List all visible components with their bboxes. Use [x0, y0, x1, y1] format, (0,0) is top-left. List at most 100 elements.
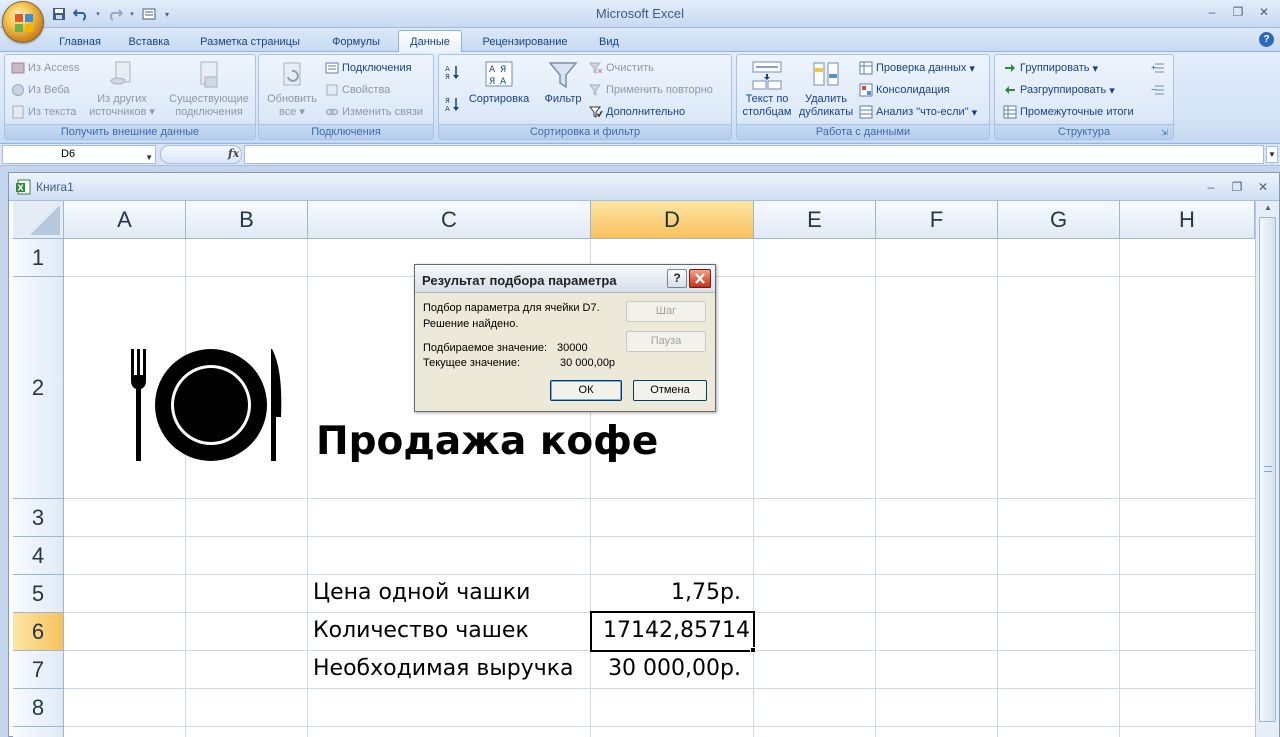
existing-connections-button[interactable]: Существующие подключения: [165, 59, 253, 119]
row-header-5[interactable]: 5: [13, 575, 64, 613]
edit-links-button[interactable]: Изменить связи: [325, 105, 423, 119]
cell-c7[interactable]: Необходимая выручка: [313, 656, 574, 681]
tab-review[interactable]: Рецензирование: [470, 31, 580, 52]
clear-filter-button[interactable]: Очистить: [589, 61, 654, 75]
vertical-scrollbar[interactable]: ▲: [1255, 201, 1279, 737]
sort-dialog-icon: А ЯЯ А: [485, 61, 513, 87]
minimize-button[interactable]: –: [1204, 4, 1220, 20]
what-if-icon: [859, 105, 873, 119]
row-header-9[interactable]: [13, 727, 64, 737]
dialog-help-button[interactable]: ?: [667, 269, 687, 288]
office-button[interactable]: [2, 1, 44, 43]
group-button[interactable]: Группировать ▾: [1003, 61, 1098, 75]
consolidate-button[interactable]: Консолидация: [859, 83, 950, 97]
tab-insert[interactable]: Вставка: [118, 31, 180, 52]
sort-az-button[interactable]: АЯ: [445, 63, 459, 81]
tab-view[interactable]: Вид: [590, 31, 628, 52]
cancel-button[interactable]: Отмена: [633, 380, 707, 401]
fill-handle[interactable]: [750, 647, 756, 653]
cell-c5[interactable]: Цена одной чашки: [313, 580, 530, 605]
text-to-columns-button[interactable]: Текст по столбцам: [739, 59, 795, 119]
ribbon: Из Access Из Веба Из текста Из других ис…: [0, 52, 1280, 144]
scroll-thumb[interactable]: [1259, 217, 1276, 722]
cell-d5[interactable]: 1,75р.: [671, 580, 741, 605]
row-header-2[interactable]: 2: [13, 277, 64, 499]
from-text-button[interactable]: Из текста: [11, 105, 77, 119]
wb-restore-button[interactable]: ❐: [1229, 179, 1245, 195]
workbook-window: X Книга1 – ❐ ✕ A B C D E F G H 1 2 3 4 5…: [8, 172, 1280, 737]
connections-button[interactable]: Подключения: [325, 61, 412, 75]
close-button[interactable]: ✕: [1256, 4, 1272, 20]
help-icon[interactable]: ?: [1259, 32, 1274, 47]
group-external-data: Из Access Из Веба Из текста Из других ис…: [4, 54, 256, 140]
wb-minimize-button[interactable]: –: [1203, 179, 1219, 195]
refresh-all-button[interactable]: Обновить все ▾: [261, 59, 323, 119]
sort-za-button[interactable]: ЯА: [445, 95, 459, 113]
row-header-6[interactable]: 6: [13, 613, 64, 651]
column-header-h[interactable]: H: [1120, 201, 1255, 239]
formula-input[interactable]: [244, 145, 1264, 164]
from-access-button[interactable]: Из Access: [11, 61, 79, 75]
fork-plate-knife-icon[interactable]: [123, 347, 283, 463]
hide-detail-button[interactable]: −: [1151, 83, 1165, 97]
step-button[interactable]: Шаг: [626, 301, 706, 322]
reapply-filter-button[interactable]: Применить повторно: [589, 83, 713, 97]
tab-page-layout[interactable]: Разметка страницы: [190, 31, 310, 52]
insert-function-button[interactable]: fx: [228, 147, 239, 160]
what-if-button[interactable]: Анализ "что-если" ▾: [859, 105, 977, 119]
ungroup-button[interactable]: Разгруппировать ▾: [1003, 83, 1115, 97]
column-header-g[interactable]: G: [998, 201, 1120, 239]
filter-button[interactable]: Фильтр: [539, 59, 587, 106]
dialog-close-button[interactable]: [689, 269, 711, 288]
tab-home[interactable]: Главная: [48, 31, 112, 52]
svg-text:−: −: [1151, 85, 1156, 94]
window-controls: – ❐ ✕: [1204, 4, 1272, 20]
connections-icon: [325, 62, 339, 74]
select-all-corner[interactable]: [13, 201, 64, 239]
wb-close-button[interactable]: ✕: [1255, 179, 1271, 195]
expand-formula-bar-button[interactable]: ▼: [1266, 146, 1278, 163]
group-label-connections: Подключения: [259, 124, 433, 139]
name-box[interactable]: D6 ▼: [2, 145, 156, 164]
name-box-dropdown-icon[interactable]: ▼: [145, 149, 153, 166]
show-detail-button[interactable]: +: [1151, 61, 1165, 75]
sort-button[interactable]: АЯЯА Сортировка: [465, 59, 533, 106]
row-header-7[interactable]: 7: [13, 651, 64, 689]
target-value: 30000: [557, 342, 588, 354]
tab-data[interactable]: Данные: [398, 30, 462, 53]
row-header-3[interactable]: 3: [13, 499, 64, 537]
remove-duplicates-button[interactable]: Удалить дубликаты: [797, 59, 855, 119]
current-value-label: Текущее значение:: [423, 357, 521, 369]
column-header-c[interactable]: C: [308, 201, 591, 239]
scroll-up-arrow[interactable]: ▲: [1259, 203, 1277, 217]
column-header-d[interactable]: D: [591, 201, 754, 239]
data-validation-button[interactable]: Проверка данных ▾: [859, 61, 975, 75]
outline-dialog-launcher[interactable]: ⇲: [1161, 128, 1171, 138]
from-other-sources-button[interactable]: Из других источников ▾: [89, 59, 155, 119]
group-arrow-icon: [1005, 64, 1015, 72]
column-header-f[interactable]: F: [876, 201, 998, 239]
sheet-title[interactable]: Продажа кофе: [316, 419, 658, 464]
cell-c6[interactable]: Количество чашек: [313, 618, 529, 643]
from-web-button[interactable]: Из Веба: [11, 83, 70, 97]
ok-button[interactable]: ОК: [550, 380, 622, 401]
row-header-8[interactable]: 8: [13, 689, 64, 727]
svg-text:Я: Я: [500, 65, 506, 75]
properties-button[interactable]: Свойства: [325, 83, 390, 97]
advanced-filter-button[interactable]: Дополнительно: [589, 105, 685, 119]
column-header-a[interactable]: A: [64, 201, 186, 239]
dialog-title-bar[interactable]: Результат подбора параметра ?: [415, 265, 715, 293]
maximize-button[interactable]: ❐: [1230, 4, 1246, 20]
tab-formulas[interactable]: Формулы: [322, 31, 390, 52]
column-header-b[interactable]: B: [186, 201, 308, 239]
active-cell-d6[interactable]: [590, 611, 755, 652]
pause-button[interactable]: Пауза: [626, 331, 706, 352]
cell-d7[interactable]: 30 000,00р.: [608, 656, 741, 681]
column-header-e[interactable]: E: [754, 201, 876, 239]
sort-ascending-icon: АЯ: [445, 65, 459, 81]
office-button-icon: [15, 14, 33, 32]
workbook-name: Книга1: [36, 180, 74, 194]
row-header-1[interactable]: 1: [13, 239, 64, 277]
subtotal-button[interactable]: Промежуточные итоги: [1003, 105, 1134, 119]
row-header-4[interactable]: 4: [13, 537, 64, 575]
